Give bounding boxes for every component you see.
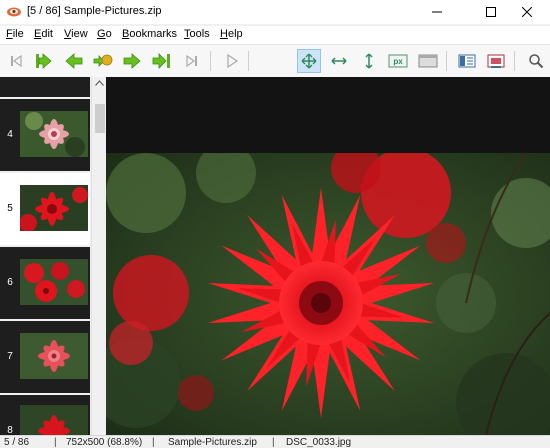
first-image-button[interactable] xyxy=(32,49,56,73)
thumbnail-item-selected[interactable]: 5 xyxy=(0,173,90,245)
page-view-icon xyxy=(487,54,505,68)
main-image xyxy=(106,153,550,435)
title-bar: [5 / 86] Sample-Pictures.zip xyxy=(0,0,550,24)
thumbnail-item[interactable] xyxy=(0,77,90,97)
thumbnail-panel: 4 5 6 7 8 xyxy=(0,77,106,435)
toolbar-divider xyxy=(446,51,447,71)
play-slideshow-button[interactable] xyxy=(220,49,244,73)
menu-go[interactable]: Go xyxy=(97,28,112,40)
thumbnail-panel-button[interactable] xyxy=(455,49,479,73)
thumbnail-image xyxy=(20,111,88,157)
first-image-icon xyxy=(36,53,52,69)
toolbar-divider xyxy=(514,51,515,71)
image-viewport[interactable] xyxy=(106,77,550,435)
status-divider: | xyxy=(272,437,275,448)
thumbnail-number: 5 xyxy=(7,203,13,214)
thumbnail-image xyxy=(20,185,88,231)
thumbnail-item[interactable]: 7 xyxy=(0,321,90,393)
fit-width-button[interactable] xyxy=(327,49,351,73)
fit-height-button[interactable] xyxy=(357,49,381,73)
svg-text:px: px xyxy=(393,57,403,66)
toolbar-divider xyxy=(210,51,211,71)
full-screen-button[interactable] xyxy=(416,49,440,73)
search-button[interactable] xyxy=(524,49,548,73)
thumbnail-image xyxy=(20,259,88,305)
first-page-icon xyxy=(11,54,22,68)
fit-width-icon xyxy=(331,57,347,65)
next-button[interactable] xyxy=(120,49,144,73)
thumbnail-number: 8 xyxy=(7,425,13,435)
menu-tools[interactable]: Tools xyxy=(184,28,210,40)
thumbnail-item[interactable]: 6 xyxy=(0,247,90,319)
thumbnail-number: 6 xyxy=(7,277,13,288)
previous-button[interactable] xyxy=(62,49,86,73)
toolbar: px xyxy=(0,44,550,78)
fit-height-icon xyxy=(365,53,373,69)
toolbar-divider xyxy=(248,51,249,71)
thumbnail-item[interactable]: 4 xyxy=(0,99,90,171)
go-to-button[interactable] xyxy=(91,49,115,73)
menu-edit[interactable]: Edit xyxy=(34,28,53,40)
thumbnail-number: 7 xyxy=(7,351,13,362)
minimize-button[interactable] xyxy=(414,0,460,24)
menu-bar: File Edit View Go Bookmarks Tools Help xyxy=(0,26,550,44)
menu-bookmarks[interactable]: Bookmarks xyxy=(122,28,177,40)
close-icon xyxy=(522,7,532,17)
last-image-icon xyxy=(152,53,170,69)
menu-view[interactable]: View xyxy=(64,28,88,40)
previous-icon xyxy=(65,53,83,69)
status-divider: | xyxy=(54,437,57,448)
last-image-button[interactable] xyxy=(150,49,174,73)
go-to-icon xyxy=(93,54,113,67)
next-icon xyxy=(123,53,141,69)
scroll-up-arrow-icon[interactable] xyxy=(95,80,104,86)
full-screen-icon xyxy=(418,54,438,68)
status-archive: Sample-Pictures.zip xyxy=(168,437,257,448)
menu-help[interactable]: Help xyxy=(220,28,243,40)
scrollbar-thumb[interactable] xyxy=(95,104,105,133)
status-bar: 5 / 86 | 752x500 (68.8%) | Sample-Pictur… xyxy=(0,435,550,448)
thumbnail-scrollbar[interactable] xyxy=(91,77,106,435)
first-page-button[interactable] xyxy=(4,49,28,73)
status-dimensions: 752x500 (68.8%) xyxy=(66,437,143,448)
maximize-icon xyxy=(486,7,496,17)
status-position: 5 / 86 xyxy=(4,437,30,448)
menu-file[interactable]: File xyxy=(6,28,24,40)
thumbnail-image xyxy=(20,333,88,379)
original-size-icon: px xyxy=(388,54,408,68)
play-slideshow-icon xyxy=(227,53,239,69)
status-divider: | xyxy=(152,437,155,448)
minimize-icon xyxy=(432,11,442,13)
last-page-button[interactable] xyxy=(180,49,204,73)
fit-window-button[interactable] xyxy=(297,49,321,73)
original-size-button[interactable]: px xyxy=(386,49,410,73)
fit-window-icon xyxy=(301,53,317,69)
page-view-button[interactable] xyxy=(484,49,508,73)
thumbnail-panel-icon xyxy=(458,54,476,68)
last-page-icon xyxy=(186,54,197,68)
window-title: [5 / 86] Sample-Pictures.zip xyxy=(27,5,162,17)
search-icon xyxy=(529,54,544,69)
status-filename: DSC_0033.jpg xyxy=(286,437,352,448)
close-button[interactable] xyxy=(504,0,550,24)
thumbnail-number: 4 xyxy=(7,129,13,140)
thumbnail-item[interactable]: 8 xyxy=(0,395,90,435)
app-logo-icon xyxy=(7,7,21,17)
thumbnail-image xyxy=(20,405,88,435)
